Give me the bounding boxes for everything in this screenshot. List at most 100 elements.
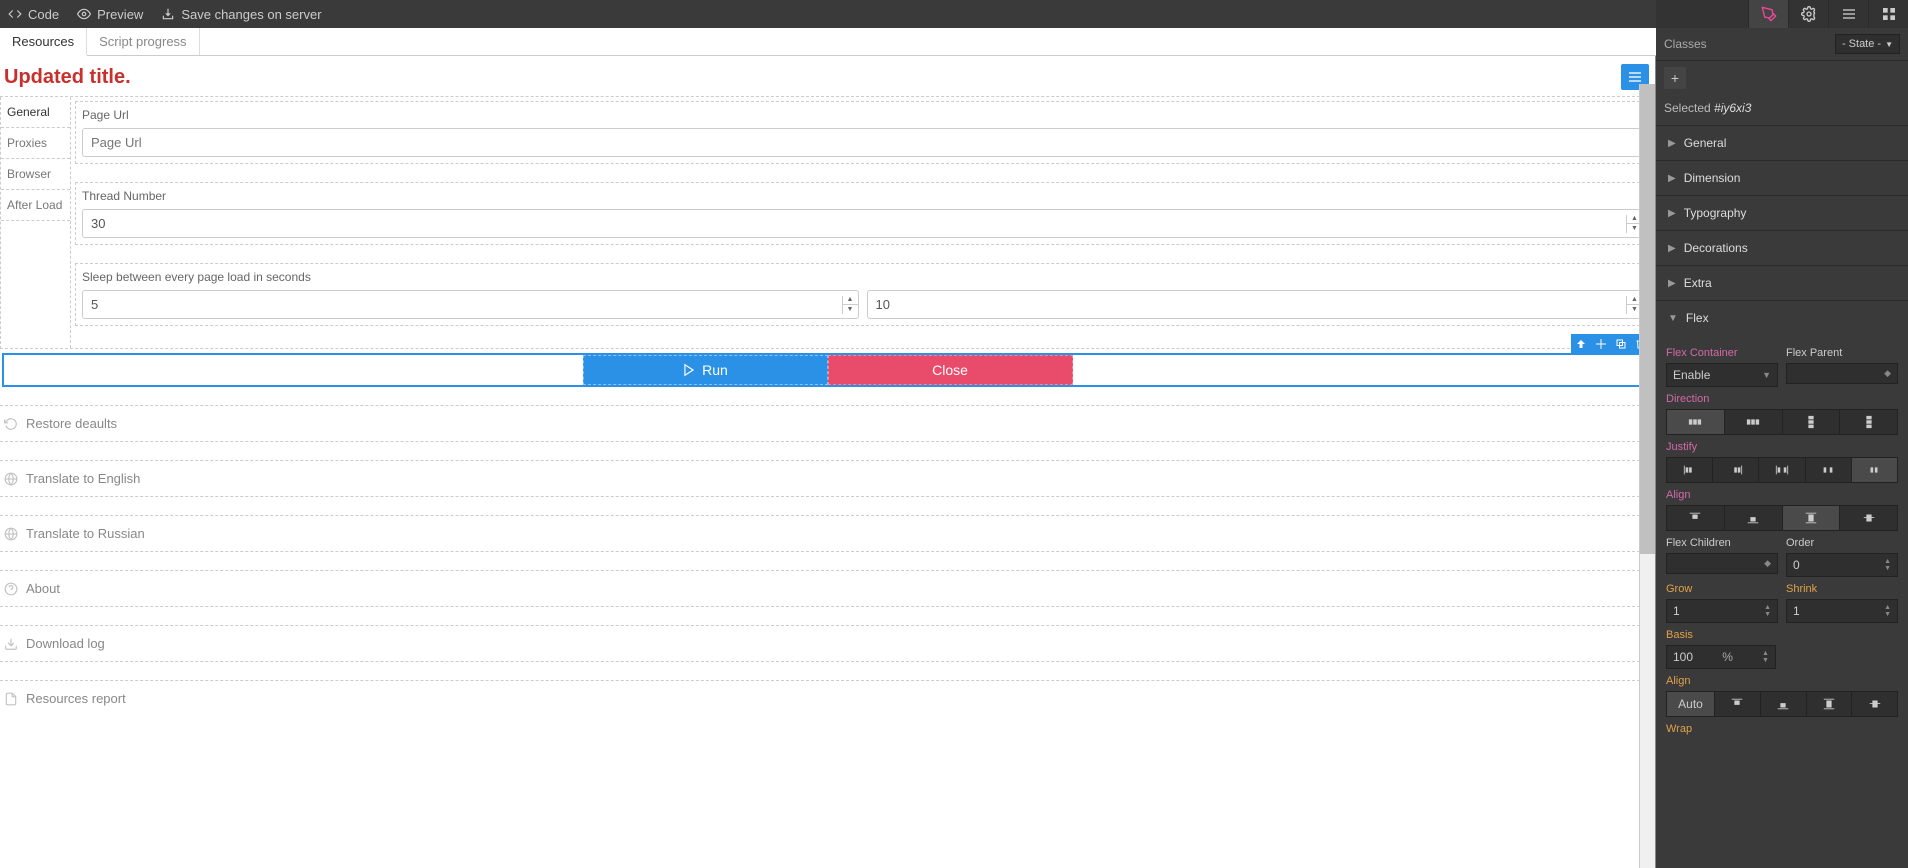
justify-start-icon[interactable] [1667, 458, 1713, 482]
layers-tab-icon[interactable] [1828, 0, 1868, 28]
save-button[interactable]: Save changes on server [161, 7, 321, 22]
align-self-start-icon[interactable] [1715, 692, 1761, 716]
shrink-input[interactable]: 1▲▼ [1786, 599, 1898, 623]
dir-row-icon[interactable] [1667, 410, 1725, 434]
form-area: Page Url Thread Number 30 ▲▼ [71, 97, 1654, 348]
justify-buttons [1666, 457, 1898, 483]
code-label: Code [28, 7, 59, 22]
close-label: Close [932, 362, 968, 378]
dir-col-icon[interactable] [1783, 410, 1841, 434]
parent-select-icon[interactable] [1571, 334, 1591, 353]
shrink-label: Shrink [1786, 583, 1898, 595]
align-self-end-icon[interactable] [1761, 692, 1807, 716]
about-link[interactable]: About [0, 570, 1655, 607]
preview-button[interactable]: Preview [77, 7, 143, 22]
page-url-label: Page Url [76, 102, 1649, 124]
run-label: Run [702, 362, 728, 378]
copy-icon[interactable] [1611, 334, 1631, 353]
dir-col-rev-icon[interactable] [1840, 410, 1897, 434]
tab-resources[interactable]: Resources [0, 28, 87, 56]
rotate-icon [4, 417, 18, 431]
section-dimension[interactable]: ▶Dimension [1656, 160, 1908, 195]
sleep-label: Sleep between every page load in seconds [76, 264, 1649, 286]
grow-input[interactable]: 1▲▼ [1666, 599, 1778, 623]
save-label: Save changes on server [181, 7, 321, 22]
flex-children-select[interactable]: ◆ [1666, 553, 1778, 574]
dir-row-rev-icon[interactable] [1725, 410, 1783, 434]
section-flex[interactable]: ▼Flex [1656, 300, 1908, 335]
side-tabs: General Proxies Browser After Load [1, 97, 71, 348]
side-tab-proxies[interactable]: Proxies [1, 128, 70, 159]
align-center-icon[interactable] [1840, 506, 1897, 530]
translate-ru-link[interactable]: Translate to Russian [0, 515, 1655, 552]
flex-enable-select[interactable]: Enable▼ [1666, 363, 1778, 387]
add-class-button[interactable]: + [1664, 67, 1686, 89]
flex-container-label: Flex Container [1666, 347, 1778, 359]
justify-around-icon[interactable] [1806, 458, 1852, 482]
globe-icon [4, 527, 18, 541]
thread-input[interactable]: 30 ▲▼ [82, 209, 1643, 238]
resources-report-link[interactable]: Resources report [0, 680, 1655, 716]
code-button[interactable]: Code [8, 7, 59, 22]
spinner-up-icon[interactable]: ▲ [843, 296, 858, 306]
align-label: Align [1666, 489, 1898, 501]
run-button[interactable]: Run [583, 355, 828, 385]
classes-label: Classes [1664, 37, 1831, 51]
preview-label: Preview [97, 7, 143, 22]
justify-center-icon[interactable] [1852, 458, 1897, 482]
download-icon [4, 637, 18, 651]
restore-defaults-link[interactable]: Restore deaults [0, 405, 1655, 442]
align-self-buttons: Auto [1666, 691, 1898, 717]
side-tab-after-load[interactable]: After Load [1, 190, 70, 221]
canvas[interactable]: Updated title. General Proxies Browser A… [0, 56, 1655, 716]
order-input[interactable]: 0▲▼ [1786, 553, 1898, 577]
justify-between-icon[interactable] [1759, 458, 1805, 482]
file-icon [4, 692, 18, 706]
close-button[interactable]: Close [828, 355, 1073, 385]
side-tab-browser[interactable]: Browser [1, 159, 70, 190]
direction-buttons [1666, 409, 1898, 435]
selected-text: Selected #iy6xi3 [1656, 95, 1908, 125]
basis-input[interactable]: 100%▲▼ [1666, 645, 1776, 669]
page-url-input[interactable] [82, 128, 1643, 157]
section-extra[interactable]: ▶Extra [1656, 265, 1908, 300]
move-icon[interactable] [1591, 334, 1611, 353]
tab-script-progress[interactable]: Script progress [87, 28, 199, 55]
sleep-to-input[interactable]: 10 ▲▼ [867, 290, 1644, 319]
align-self-center-icon[interactable] [1852, 692, 1897, 716]
side-tab-general[interactable]: General [1, 97, 70, 128]
flex-parent-label: Flex Parent [1786, 347, 1898, 359]
thread-value: 30 [91, 216, 105, 231]
grow-label: Grow [1666, 583, 1778, 595]
main-tabs: Resources Script progress [0, 28, 1656, 56]
wrap-label: Wrap [1666, 723, 1898, 735]
section-general[interactable]: ▶General [1656, 125, 1908, 160]
section-typography[interactable]: ▶Typography [1656, 195, 1908, 230]
scrollbar[interactable] [1639, 84, 1655, 868]
align-auto-button[interactable]: Auto [1667, 692, 1715, 716]
help-icon [4, 582, 18, 596]
flex-children-label: Flex Children [1666, 537, 1778, 549]
spinner-down-icon[interactable]: ▼ [843, 305, 858, 314]
align-end-icon[interactable] [1725, 506, 1783, 530]
globe-icon [4, 472, 18, 486]
align-self-label: Align [1666, 675, 1898, 687]
direction-label: Direction [1666, 393, 1898, 405]
download-log-link[interactable]: Download log [0, 625, 1655, 662]
thread-label: Thread Number [76, 183, 1649, 205]
state-select[interactable]: - State -▼ [1835, 34, 1900, 54]
flex-parent-select[interactable]: ◆ [1786, 363, 1898, 384]
align-start-icon[interactable] [1667, 506, 1725, 530]
section-decorations[interactable]: ▶Decorations [1656, 230, 1908, 265]
align-stretch-icon[interactable] [1783, 506, 1841, 530]
justify-end-icon[interactable] [1713, 458, 1759, 482]
styles-tab-icon[interactable] [1748, 0, 1788, 28]
style-panel: Classes - State -▼ + Selected #iy6xi3 ▶G… [1656, 0, 1908, 868]
sleep-from-input[interactable]: 5 ▲▼ [82, 290, 859, 319]
translate-en-link[interactable]: Translate to English [0, 460, 1655, 497]
top-toolbar: Code Preview Save changes on server [0, 0, 1656, 28]
blocks-tab-icon[interactable] [1868, 0, 1908, 28]
selected-element[interactable]: Run Close [2, 353, 1653, 387]
align-self-stretch-icon[interactable] [1807, 692, 1853, 716]
settings-tab-icon[interactable] [1788, 0, 1828, 28]
